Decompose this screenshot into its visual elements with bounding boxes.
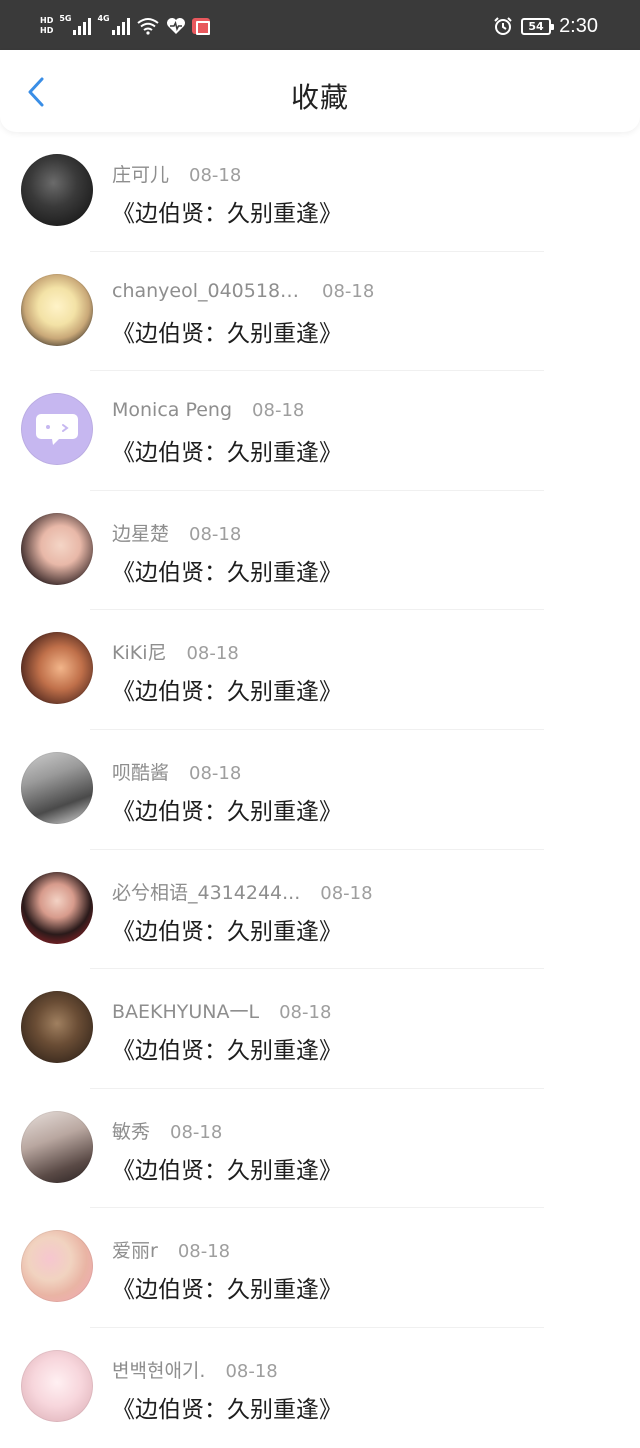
avatar[interactable] bbox=[21, 991, 93, 1064]
chat-bubble-icon bbox=[36, 414, 78, 446]
item-meta: 변백현애기. 08-18 bbox=[112, 1356, 278, 1383]
item-title[interactable]: 《边伯贤：久别重逢》 bbox=[112, 1390, 342, 1424]
signal-icon bbox=[73, 17, 92, 35]
item-date: 08-18 bbox=[177, 1241, 231, 1263]
clock-time: 2:30 bbox=[559, 14, 598, 37]
network-5g-label: 5G bbox=[59, 14, 72, 23]
list-item[interactable]: 边星楚 08-18 《边伯贤：久别重逢》 bbox=[0, 491, 640, 611]
username[interactable]: chanyeol_0405180... bbox=[112, 280, 302, 302]
item-date: 08-18 bbox=[322, 280, 375, 302]
page-title: 收藏 bbox=[290, 81, 349, 114]
avatar[interactable] bbox=[21, 632, 93, 705]
item-meta: BAEKHYUNA一L 08-18 bbox=[112, 997, 331, 1024]
item-meta: Monica Peng 08-18 bbox=[112, 399, 304, 421]
item-date: 08-18 bbox=[189, 762, 242, 784]
list-item[interactable]: KiKi尼 08-18 《边伯贤：久别重逢》 bbox=[0, 610, 640, 730]
battery-icon: 54 bbox=[521, 17, 555, 35]
item-date: 08-18 bbox=[320, 882, 373, 904]
item-date: 08-18 bbox=[225, 1360, 278, 1382]
avatar[interactable] bbox=[21, 393, 93, 466]
list-item[interactable]: 呗酷酱 08-18 《边伯贤：久别重逢》 bbox=[0, 730, 640, 850]
item-meta: 边星楚 08-18 bbox=[112, 519, 241, 546]
item-meta: 必兮相语_4314244... 08-18 bbox=[112, 878, 373, 905]
item-title[interactable]: 《边伯贤：久别重逢》 bbox=[112, 1270, 342, 1304]
avatar[interactable] bbox=[21, 871, 93, 944]
hd-label-1: HD bbox=[40, 16, 54, 25]
item-meta: 爱丽r 08-18 bbox=[112, 1236, 230, 1263]
alarm-icon bbox=[493, 16, 513, 36]
list-item[interactable]: 변백현애기. 08-18 《边伯贤：久别重逢》 bbox=[0, 1328, 640, 1448]
avatar[interactable] bbox=[21, 154, 93, 226]
item-title[interactable]: 《边伯贤：久别重逢》 bbox=[112, 672, 342, 706]
item-title[interactable]: 《边伯贤：久别重逢》 bbox=[112, 792, 342, 826]
avatar[interactable] bbox=[21, 1110, 93, 1183]
username[interactable]: 변백현애기. bbox=[112, 1356, 205, 1383]
item-title[interactable]: 《边伯贤：久别重逢》 bbox=[112, 553, 342, 587]
avatar[interactable] bbox=[21, 512, 93, 585]
wifi-icon bbox=[136, 17, 160, 35]
status-right: 54 2:30 bbox=[493, 14, 598, 38]
item-meta: KiKi尼 08-18 bbox=[112, 638, 239, 665]
item-title[interactable]: 《边伯贤：久别重逢》 bbox=[112, 194, 342, 228]
hd-indicator: HD HD bbox=[40, 16, 53, 36]
item-title[interactable]: 《边伯贤：久别重逢》 bbox=[112, 912, 342, 946]
favorites-list: 庄可儿 08-18 《边伯贤：久别重逢》 chanyeol_0405180... 0… bbox=[0, 132, 640, 1448]
signal-icon-2 bbox=[111, 17, 130, 35]
list-item[interactable]: 必兮相语_4314244... 08-18 《边伯贤：久别重逢》 bbox=[0, 850, 640, 970]
item-date: 08-18 bbox=[189, 165, 242, 186]
username[interactable]: 爱丽r bbox=[112, 1236, 158, 1263]
item-meta: 敏秀 08-18 bbox=[112, 1117, 222, 1144]
item-title[interactable]: 《边伯贤：久别重逢》 bbox=[112, 1031, 342, 1065]
list-item[interactable]: 爱丽r 08-18 《边伯贤：久别重逢》 bbox=[0, 1208, 640, 1328]
battery-level: 54 bbox=[528, 19, 544, 33]
username[interactable]: 呗酷酱 bbox=[112, 758, 169, 785]
item-title[interactable]: 《边伯贤：久别重逢》 bbox=[112, 314, 342, 348]
item-date: 08-18 bbox=[186, 643, 239, 665]
item-meta: chanyeol_0405180... 08-18 bbox=[112, 280, 374, 302]
username[interactable]: BAEKHYUNA一L bbox=[112, 997, 259, 1024]
item-meta: 呗酷酱 08-18 bbox=[112, 758, 241, 785]
heart-health-icon bbox=[166, 17, 186, 35]
avatar[interactable] bbox=[21, 1230, 93, 1303]
status-bar: HD HD 5G 4G 54 2:30 bbox=[0, 0, 640, 50]
list-item[interactable]: Monica Peng 08-18 《边伯贤：久别重逢》 bbox=[0, 371, 640, 491]
network-4g-label: 4G bbox=[97, 14, 110, 23]
item-title[interactable]: 《边伯贤：久别重逢》 bbox=[112, 1151, 342, 1185]
username[interactable]: KiKi尼 bbox=[112, 638, 166, 665]
list-item[interactable]: BAEKHYUNA一L 08-18 《边伯贤：久别重逢》 bbox=[0, 969, 640, 1089]
item-date: 08-18 bbox=[252, 400, 305, 422]
username[interactable]: 边星楚 bbox=[112, 519, 169, 546]
status-left: HD HD 5G 4G bbox=[40, 14, 210, 38]
list-item[interactable]: 敏秀 08-18 《边伯贤：久别重逢》 bbox=[0, 1089, 640, 1209]
hd-label-2: HD bbox=[40, 26, 54, 35]
username[interactable]: 庄可儿 bbox=[112, 160, 169, 187]
item-meta: 庄可儿 08-18 bbox=[112, 160, 241, 187]
avatar[interactable] bbox=[21, 751, 93, 824]
username[interactable]: 敏秀 bbox=[112, 1117, 150, 1144]
item-date: 08-18 bbox=[189, 523, 242, 545]
item-date: 08-18 bbox=[279, 1002, 332, 1024]
navigation-header: 收藏 bbox=[0, 50, 640, 132]
item-date: 08-18 bbox=[170, 1121, 223, 1143]
list-item[interactable]: chanyeol_0405180... 08-18 《边伯贤：久别重逢》 bbox=[0, 252, 640, 372]
app-notification-icon bbox=[191, 18, 210, 35]
list-item[interactable]: 庄可儿 08-18 《边伯贤：久别重逢》 bbox=[0, 132, 640, 252]
username[interactable]: Monica Peng bbox=[112, 399, 232, 421]
avatar[interactable] bbox=[21, 273, 93, 346]
avatar[interactable] bbox=[21, 1349, 93, 1422]
username[interactable]: 必兮相语_4314244... bbox=[112, 878, 300, 905]
item-title[interactable]: 《边伯贤：久别重逢》 bbox=[112, 433, 342, 467]
